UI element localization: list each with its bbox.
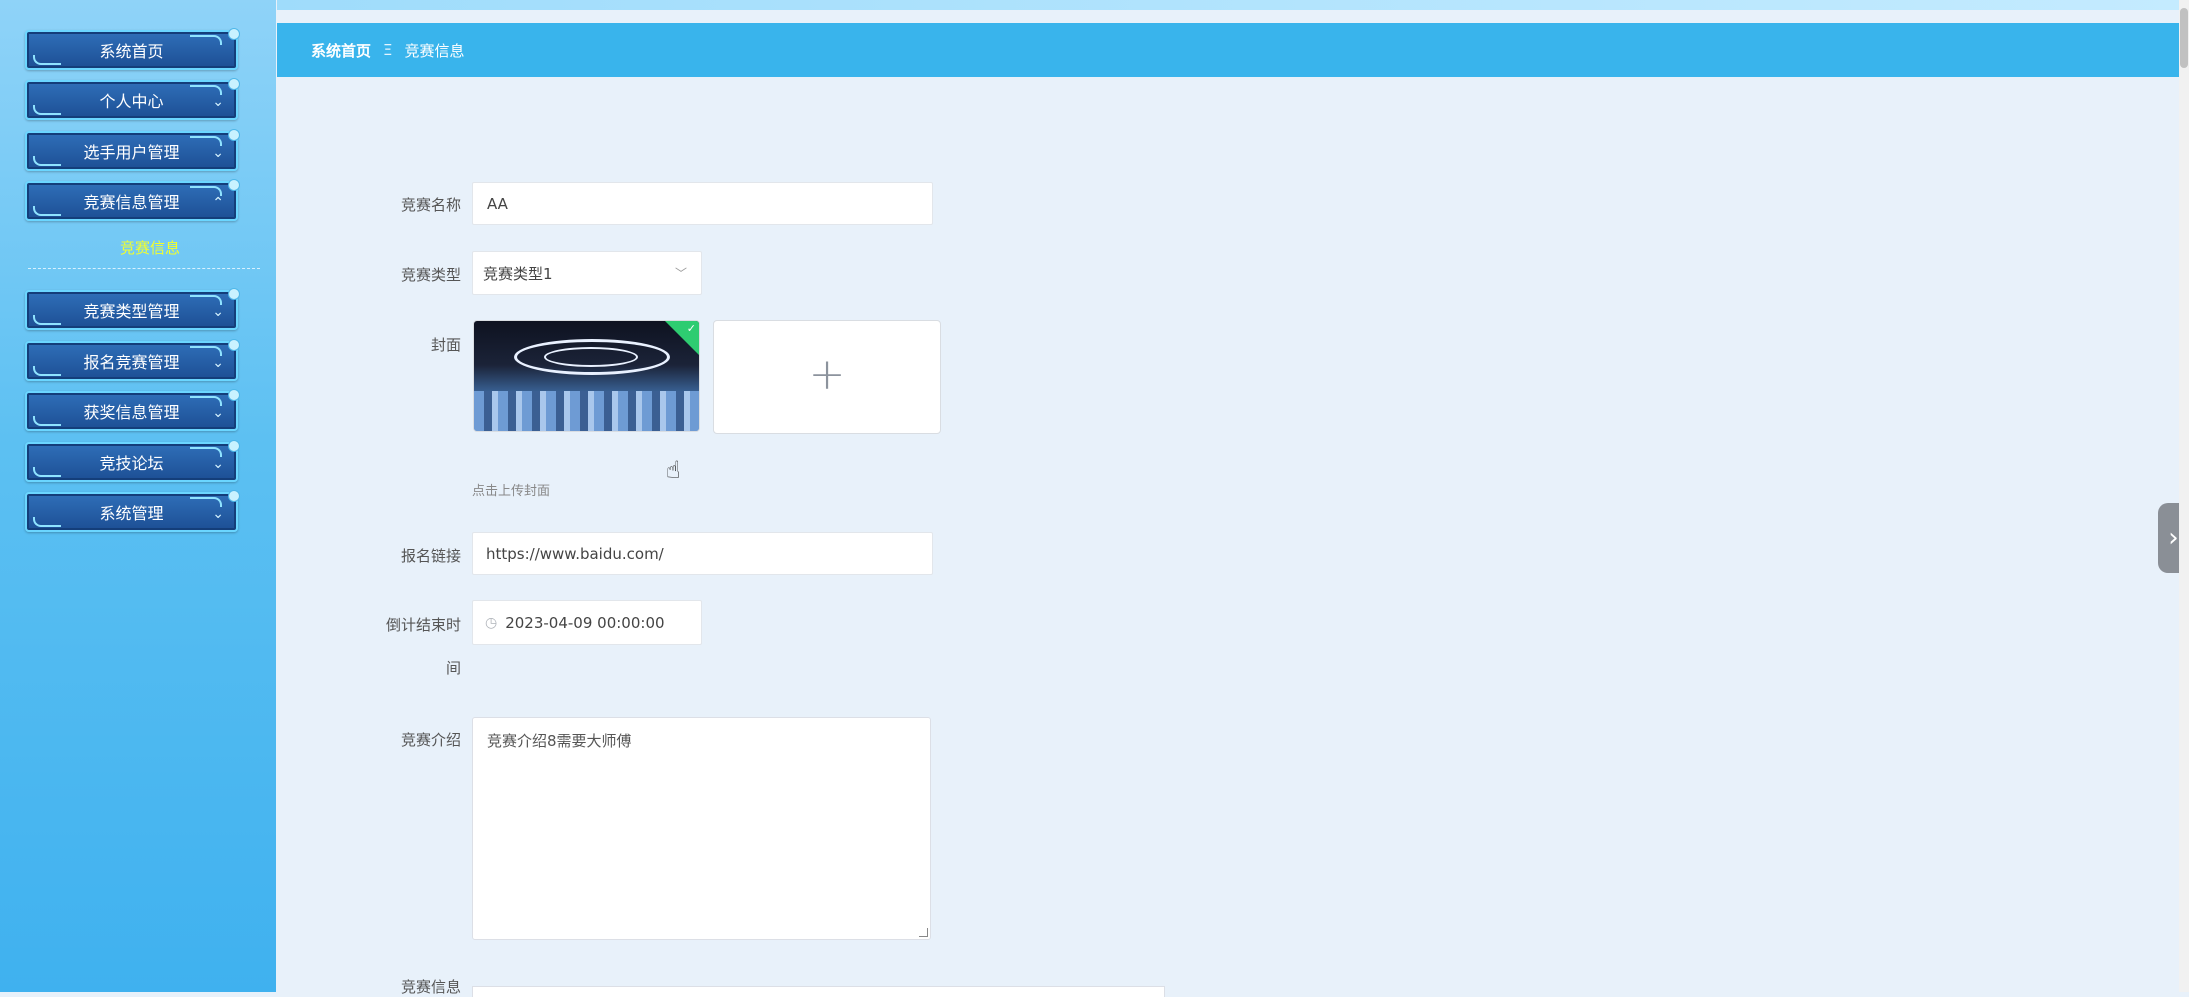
divider [28, 268, 260, 269]
ornament [33, 416, 61, 426]
page-scrollbar[interactable] [2179, 0, 2189, 992]
label-contest-intro: 竞赛介绍 [400, 731, 461, 749]
clock-icon: ◷ [485, 614, 498, 631]
label-line: 间 [445, 659, 461, 677]
ornament [33, 156, 61, 166]
label-contest-type: 竞赛类型 [400, 266, 461, 284]
contest-intro-textarea[interactable]: 竞赛介绍8需要大师傅 [472, 717, 931, 940]
menu-item-contest-types[interactable]: 竞赛类型管理 ⌄ [25, 288, 240, 330]
ornament-dot [228, 440, 240, 452]
ornament [33, 105, 61, 115]
menu-item-player-users[interactable]: 选手用户管理 ⌄ [25, 129, 240, 171]
contest-type-value: 竞赛类型1 [483, 264, 553, 283]
ornament-dot [228, 28, 240, 40]
top-strip [277, 0, 2189, 10]
label-countdown-end: 倒计结束时 间 [371, 614, 461, 678]
menu-item-system[interactable]: 系统管理 ⌄ [25, 490, 240, 532]
menu-item-label: 系统管理 [99, 504, 164, 523]
contest-name-value: AA [487, 194, 508, 213]
ornament [33, 55, 61, 65]
ornament [33, 315, 61, 325]
plus-icon: + [808, 349, 846, 400]
chevron-down-icon: ﹀ [674, 266, 687, 281]
ornament-dot [228, 389, 240, 401]
submenu-item-contest-info[interactable]: 竞赛信息 [0, 236, 300, 260]
label-registration-link: 报名链接 [400, 547, 461, 565]
countdown-date-picker[interactable]: ◷ 2023-04-09 00:00:00 [472, 600, 702, 645]
menu-item-label: 竞赛信息管理 [83, 193, 180, 212]
contest-name-input[interactable]: AA [472, 182, 933, 225]
menu-item-registrations[interactable]: 报名竞赛管理 ⌄ [25, 339, 240, 381]
thumbnail-ring [544, 347, 638, 367]
breadcrumb-current: 竞赛信息 [404, 41, 465, 60]
menu-item-awards[interactable]: 获奖信息管理 ⌄ [25, 389, 240, 431]
ornament-dot [228, 288, 240, 300]
menu-item-home[interactable]: 系统首页 [25, 28, 240, 70]
scrollbar-thumb[interactable] [2180, 8, 2188, 68]
menu-item-contest-info[interactable]: 竞赛信息管理 ⌃ [25, 179, 240, 221]
label-line: 倒计结束时 [385, 616, 461, 634]
menu-item-label: 竞技论坛 [99, 454, 164, 473]
breadcrumb-home[interactable]: 系统首页 [311, 40, 371, 61]
contest-type-select[interactable]: 竞赛类型1 ﹀ [472, 251, 702, 295]
menu-item-forum[interactable]: 竞技论坛 ⌄ [25, 440, 240, 482]
menu-item-label: 获奖信息管理 [83, 403, 180, 422]
ornament [33, 467, 61, 477]
label-contest-info: 竞赛信息 [400, 978, 461, 996]
menu-item-label: 个人中心 [99, 92, 164, 111]
thumbnail-stage [474, 391, 699, 431]
resize-handle-icon[interactable] [919, 928, 928, 937]
ornament [33, 206, 61, 216]
menu-item-label: 选手用户管理 [83, 143, 180, 162]
chevron-down-icon: ⌄ [212, 145, 224, 161]
upload-add-button[interactable]: + [713, 320, 941, 434]
label-cover: 封面 [430, 336, 461, 354]
ornament [190, 35, 222, 45]
ornament-dot [228, 179, 240, 191]
ornament-dot [228, 490, 240, 502]
cover-image-thumbnail[interactable]: ✓ [473, 320, 700, 432]
ornament [33, 517, 61, 527]
menu-item-label: 竞赛类型管理 [83, 302, 180, 321]
ornament-dot [228, 129, 240, 141]
ornament-dot [228, 78, 240, 90]
registration-link-value: https://www.baidu.com/ [486, 544, 664, 563]
cover-upload-hint: 点击上传封面 [472, 484, 551, 499]
chevron-down-icon: ⌄ [212, 405, 224, 421]
breadcrumb: 系统首页 Ξ 竞赛信息 [277, 23, 2179, 77]
check-icon: ✓ [686, 322, 696, 335]
chevron-down-icon: ⌄ [212, 94, 224, 110]
contest-intro-value: 竞赛介绍8需要大师傅 [487, 732, 632, 750]
chevron-down-icon: ⌄ [212, 506, 224, 522]
ornament-dot [228, 339, 240, 351]
chevron-up-icon: ⌃ [212, 195, 224, 211]
menu-item-personal-center[interactable]: 个人中心 ⌄ [25, 78, 240, 120]
hand-cursor-icon: ☝ [666, 456, 681, 484]
countdown-value: 2023-04-09 00:00:00 [505, 613, 665, 632]
registration-link-input[interactable]: https://www.baidu.com/ [472, 532, 933, 575]
sidebar: 系统首页 个人中心 ⌄ 选手用户管理 ⌄ 竞赛信息管理 ⌃ 竞赛信息 竞赛类型管… [0, 0, 276, 992]
menu-item-label: 报名竞赛管理 [83, 353, 180, 372]
chevron-down-icon: ⌄ [212, 456, 224, 472]
chevron-down-icon: ⌄ [212, 304, 224, 320]
menu-item-label: 系统首页 [99, 42, 164, 61]
chevron-down-icon: ⌄ [212, 355, 224, 371]
label-contest-name: 竞赛名称 [400, 196, 461, 214]
ornament [33, 366, 61, 376]
breadcrumb-separator-icon: Ξ [383, 41, 393, 59]
